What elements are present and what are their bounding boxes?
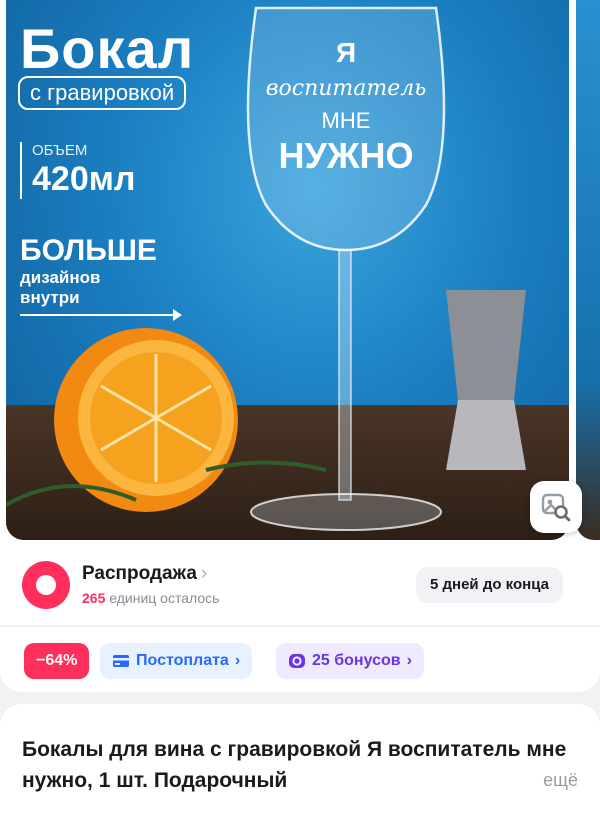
discount-badge: −64%: [24, 643, 90, 679]
engraving-word: Я: [336, 37, 356, 68]
sale-remaining: 265 единиц осталось: [82, 590, 219, 606]
photo-title: Бокал: [20, 17, 195, 80]
volume-block: ОБЪЕМ 420мл: [20, 142, 135, 199]
jigger: [446, 290, 526, 400]
sale-logo-icon: [22, 561, 70, 609]
sale-banner[interactable]: Распродажа › 265 единиц осталось 5 дней д…: [0, 545, 600, 625]
engraving-word: МНЕ: [322, 108, 371, 133]
postpay-chip[interactable]: Постоплата ›: [100, 643, 253, 679]
image-search-button[interactable]: [530, 481, 582, 533]
engraving-word: НУЖНО: [279, 135, 414, 176]
chevron-right-icon: ›: [234, 652, 241, 669]
image-search-icon: [541, 493, 571, 522]
volume-label: ОБЪЕМ: [32, 142, 88, 159]
bonus-coin-icon: [289, 654, 305, 668]
engraving-word: воспитатель: [266, 76, 427, 101]
more-designs-line: дизайнов: [20, 268, 101, 287]
product-photo[interactable]: Я воспитатель МНЕ НУЖНО Бокал с гравиров…: [6, 0, 569, 540]
more-designs-heading: БОЛЬШЕ: [20, 234, 157, 267]
chevron-right-icon: ›: [406, 652, 412, 669]
bonus-chip[interactable]: 25 бонусов ›: [276, 643, 424, 679]
sale-count: 265: [82, 590, 106, 606]
more-designs-block: БОЛЬШЕ дизайнов внутри: [20, 234, 157, 308]
volume-value: 420мл: [32, 160, 136, 198]
postpay-label: Постоплата: [136, 652, 229, 669]
next-photo-peek[interactable]: [576, 0, 600, 540]
product-gallery[interactable]: Я воспитатель МНЕ НУЖНО Бокал с гравиров…: [0, 0, 600, 545]
price-chips: −64% Постоплата › 25 бонусов ›: [0, 626, 600, 692]
days-left-badge: 5 дней до конца: [416, 567, 563, 603]
product-title[interactable]: Бокалы для вина с гравировкой Я воспитат…: [22, 734, 578, 796]
engraving-label: с гравировкой: [18, 76, 187, 110]
card-icon: [113, 655, 129, 667]
expand-title-link[interactable]: ещё: [503, 770, 578, 791]
chevron-right-icon: ›: [200, 563, 208, 584]
sale-remaining-text: единиц осталось: [109, 590, 220, 606]
arrow-right-icon: [20, 309, 182, 321]
bonus-label: 25 бонусов: [312, 652, 401, 669]
product-info-card: Бокалы для вина с гравировкой Я воспитат…: [0, 704, 600, 824]
sale-title[interactable]: Распродажа ›: [82, 563, 207, 585]
more-designs-line: внутри: [20, 288, 80, 307]
